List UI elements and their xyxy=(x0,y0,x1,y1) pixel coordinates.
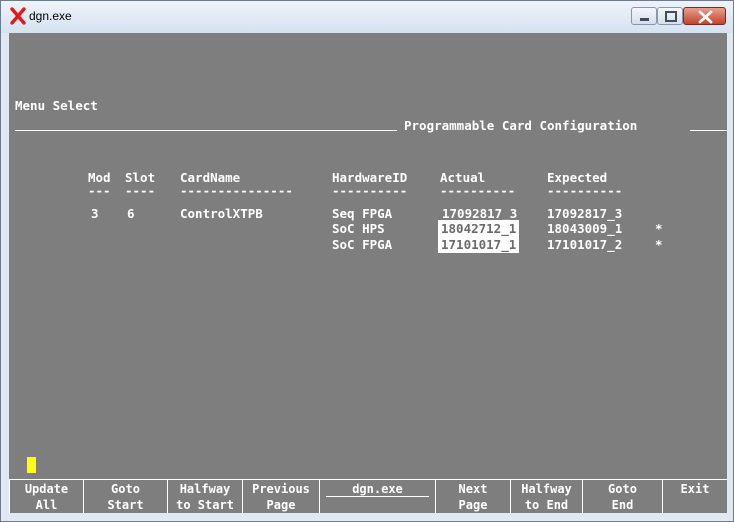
fkey-update-all[interactable]: Update All xyxy=(9,479,84,513)
col-sep-cardname: --------------- xyxy=(180,183,293,198)
fkey-goto-start[interactable]: Goto Start xyxy=(84,479,168,513)
fkey-label: Start xyxy=(107,498,144,512)
fkey-label: All xyxy=(35,498,58,512)
function-key-bar: Update All Goto Start Halfway to Start P… xyxy=(9,479,727,513)
table-row-2-actual[interactable]: 18042712_1 xyxy=(438,220,520,237)
fkey-label: Exit xyxy=(680,482,710,496)
fkey-label: Page xyxy=(266,498,296,512)
actual-value-highlight[interactable]: 17101017_1 xyxy=(438,236,520,253)
minimize-button[interactable] xyxy=(631,7,657,25)
fkey-label: to Start xyxy=(176,498,234,512)
close-button[interactable] xyxy=(683,7,726,25)
col-sep-mod: --- xyxy=(88,183,111,198)
fkey-label: Halfway xyxy=(521,482,572,496)
col-sep-slot: ---- xyxy=(125,183,156,198)
menu-underline xyxy=(15,130,397,131)
col-sep-hardwareid: ---------- xyxy=(332,183,408,198)
fkey-halfway-to-end[interactable]: Halfway to End xyxy=(511,479,583,513)
minimize-icon xyxy=(640,18,649,21)
menu-select-label: Menu Select xyxy=(15,98,98,113)
table-row-1-hardwareid: Seq FPGA xyxy=(332,206,393,221)
fkey-label: Goto xyxy=(608,482,637,496)
table-row-1-mod: 3 xyxy=(91,206,99,221)
fkey-app-name[interactable]: dgn.exe xyxy=(320,479,436,513)
mismatch-flag-row-3: * xyxy=(655,237,663,252)
fkey-halfway-to-start[interactable]: Halfway to Start xyxy=(168,479,243,513)
close-icon xyxy=(698,10,713,24)
fkey-goto-end[interactable]: Goto End xyxy=(583,479,663,513)
fkey-label: Page xyxy=(458,498,488,512)
mismatch-flag-row-2: * xyxy=(655,221,663,236)
app-window: dgn.exe Menu Select Programmable Card Co… xyxy=(0,0,734,522)
window-title: dgn.exe xyxy=(29,9,72,23)
fkey-previous-page[interactable]: Previous Page xyxy=(243,479,320,513)
fkey-label: Update xyxy=(24,482,69,496)
col-sep-actual: ---------- xyxy=(440,183,516,198)
table-row-1-actual: 17092817_3 xyxy=(442,206,518,221)
table-row-2-expected: 18043009_1 xyxy=(547,221,623,236)
maximize-icon xyxy=(665,11,677,22)
title-bar[interactable]: dgn.exe xyxy=(1,1,733,33)
fkey-label: Halfway xyxy=(179,482,231,496)
table-row-3-actual[interactable]: 17101017_1 xyxy=(438,236,520,253)
table-row-2-hardwareid: SoC HPS xyxy=(332,221,385,236)
terminal-screen[interactable]: Menu Select Programmable Card Configurat… xyxy=(9,33,727,513)
x-app-icon xyxy=(10,7,26,25)
fkey-label: to End xyxy=(524,498,569,512)
actual-value-highlight[interactable]: 18042712_1 xyxy=(438,220,520,237)
table-row-1-cardname: ControlXTPB xyxy=(180,206,263,221)
fkey-label: End xyxy=(611,498,634,512)
fkey-label: Previous xyxy=(252,482,310,496)
page-title: Programmable Card Configuration xyxy=(404,118,638,133)
table-row-3-expected: 17101017_2 xyxy=(547,237,623,252)
fkey-next-page[interactable]: Next Page xyxy=(436,479,511,513)
fkey-underline xyxy=(326,496,429,497)
fkey-label: dgn.exe xyxy=(352,482,403,496)
table-row-1-expected: 17092817_3 xyxy=(547,206,623,221)
fkey-exit[interactable]: Exit xyxy=(663,479,727,513)
fkey-label: Goto xyxy=(111,482,140,496)
title-underline xyxy=(690,130,727,131)
table-row-3-hardwareid: SoC FPGA xyxy=(332,237,393,252)
fkey-label: Next xyxy=(458,482,488,496)
text-cursor xyxy=(27,457,36,473)
table-row-1-slot: 6 xyxy=(127,206,135,221)
col-sep-expected: ---------- xyxy=(547,183,623,198)
maximize-button[interactable] xyxy=(657,7,683,25)
